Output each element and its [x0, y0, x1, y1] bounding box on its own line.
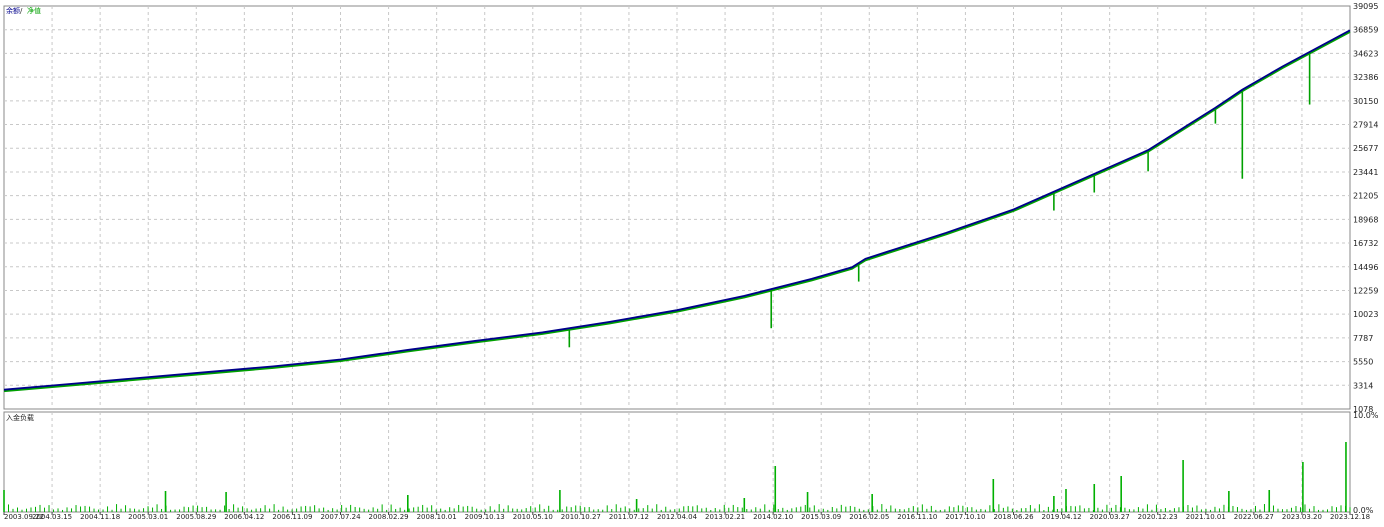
x-tick-label: 2007.07.24 — [320, 513, 361, 521]
x-tick-label: 2009.10.13 — [465, 513, 505, 521]
x-tick-label: 2006.04.12 — [224, 513, 264, 521]
x-tick-label: 2006.11.09 — [272, 513, 312, 521]
y-tick-label: 3314 — [1353, 381, 1373, 390]
x-tick-label: 2005.03.01 — [128, 513, 168, 521]
x-tick-label: 2008.02.29 — [369, 513, 409, 521]
y-tick-label: 14496 — [1353, 263, 1378, 272]
chart-svg: 39095 36859 34623 32386 30150 27914 25677 23441… — [3, 2, 1379, 521]
y-tick-label: 18968 — [1353, 215, 1378, 224]
y-tick-label: 34623 — [1353, 49, 1378, 58]
x-tick-label: 2008.10.01 — [417, 513, 457, 521]
x-tick-label: 2010.05.10 — [513, 513, 553, 521]
x-tick-label: 2015.03.09 — [801, 513, 841, 521]
y-tick-label: 27914 — [1353, 121, 1378, 130]
x-tick-label: 2014.02.10 — [753, 513, 793, 521]
y-tick-label: 30150 — [1353, 97, 1378, 106]
chart-container: 39095 36859 34623 32386 30150 27914 25677 23441… — [0, 0, 1384, 523]
x-tick-label: 2021.10.01 — [1186, 513, 1226, 521]
y-tick-label: 10023 — [1353, 310, 1378, 319]
x-tick-label: 2017.10.10 — [945, 513, 985, 521]
x-tick-label: 2020.12.23 — [1138, 513, 1178, 521]
y-tick-label: 5550 — [1353, 358, 1373, 367]
bottom-y-tick-label: 10.0% — [1353, 411, 1379, 420]
x-tick-label: 2019.04.12 — [1042, 513, 1082, 521]
x-tick-label: 2018.06.26 — [993, 513, 1034, 521]
y-tick-label: 25677 — [1353, 144, 1378, 153]
x-tick-label: 2004.11.18 — [80, 513, 120, 521]
y-tick-label: 32386 — [1353, 73, 1378, 82]
y-tick-label: 39095 — [1353, 2, 1378, 11]
y-tick-label: 36859 — [1353, 26, 1378, 35]
x-tick-label: 2016.11.10 — [897, 513, 937, 521]
x-tick-label: 2010.10.27 — [561, 513, 601, 521]
legend-balance: 余额 — [6, 6, 20, 15]
y-tick-label: 23441 — [1353, 168, 1378, 177]
x-tick-label: 2011.07.12 — [609, 513, 649, 521]
y-tick-label: 7787 — [1353, 334, 1373, 343]
legend-equity: 净值 — [27, 6, 41, 15]
y-tick-label: 16732 — [1353, 239, 1378, 248]
x-tick-label: 2022.06.27 — [1234, 513, 1274, 521]
x-tick-label: 2005.08.29 — [176, 513, 216, 521]
x-tick-label: 2023.03.20 — [1282, 513, 1322, 521]
x-tick-label: 2016.02.05 — [849, 513, 889, 521]
y-tick-label: 21205 — [1353, 192, 1378, 201]
y-tick-label: 12259 — [1353, 286, 1378, 295]
bottom-panel-title: 入金负载 — [6, 413, 34, 422]
x-tick-label: 2020.03.27 — [1090, 513, 1130, 521]
x-tick-label: 2012.04.04 — [657, 513, 698, 521]
x-tick-label: 2004.03.15 — [32, 513, 72, 521]
x-tick-label: 2013.02.21 — [705, 513, 745, 521]
bottom-y-tick-label: 0.0% — [1353, 506, 1374, 515]
